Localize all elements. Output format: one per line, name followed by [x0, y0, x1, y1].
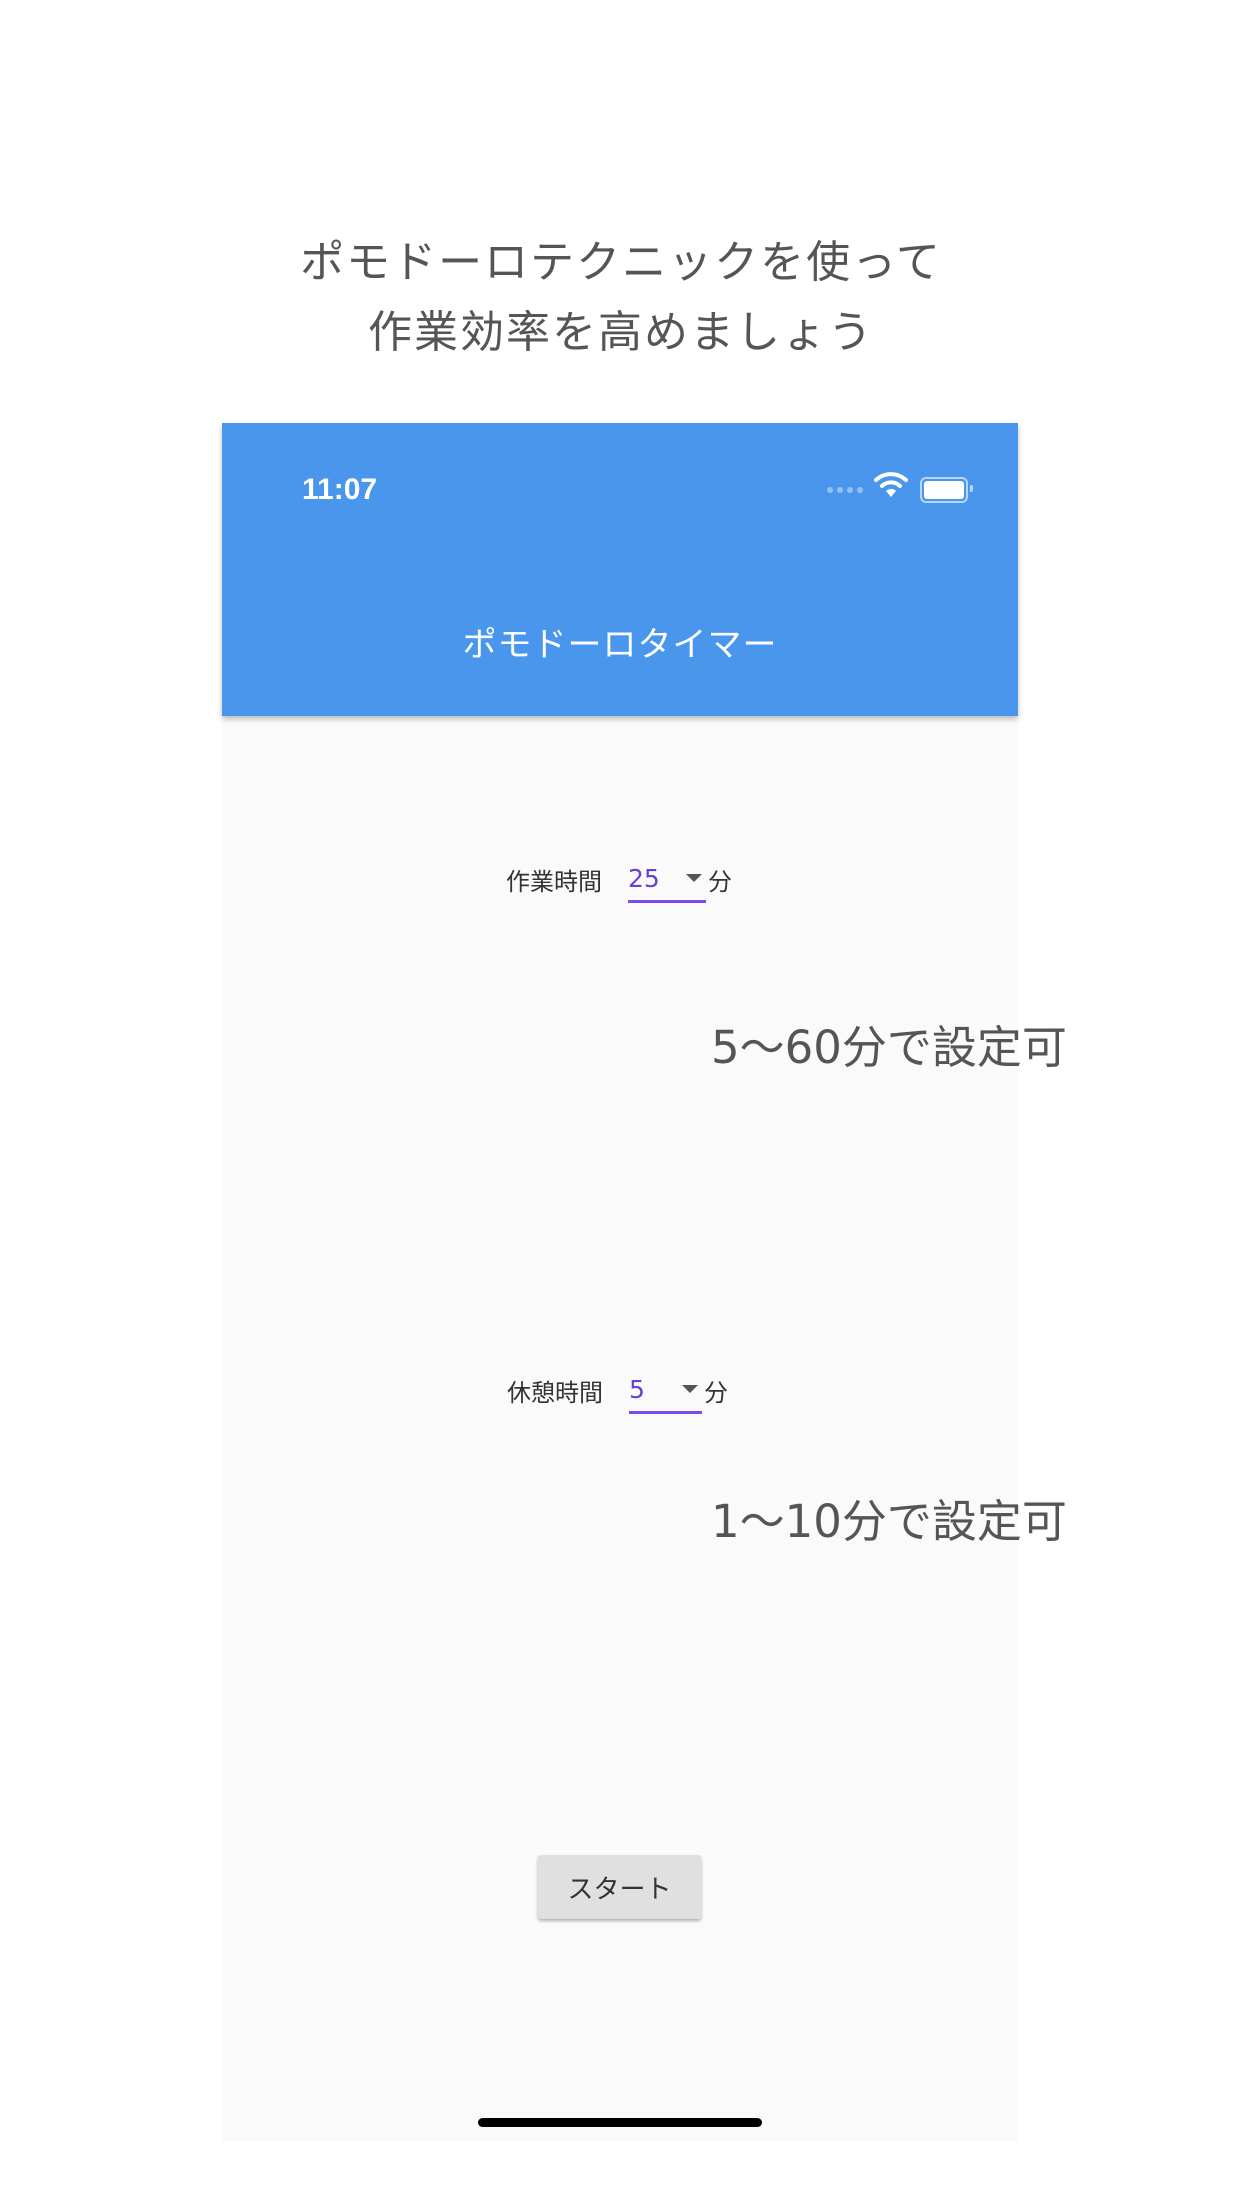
break-time-dropdown[interactable]: 5	[629, 1367, 702, 1414]
work-time-value: 25	[628, 863, 660, 893]
chevron-down-icon	[686, 874, 702, 882]
break-time-row: 休憩時間 5 分	[507, 1367, 728, 1414]
home-indicator[interactable]	[478, 2118, 762, 2127]
break-time-unit: 分	[704, 1379, 728, 1407]
cellular-signal-icon	[827, 473, 863, 493]
work-time-unit: 分	[708, 868, 732, 896]
wifi-icon	[874, 472, 908, 497]
promo-line-2: 作業効率を高めましょう	[368, 307, 874, 358]
work-time-hint: 5〜60分で設定可	[711, 1021, 1067, 1074]
chevron-down-icon	[682, 1385, 698, 1393]
break-time-value: 5	[629, 1374, 645, 1404]
work-time-label: 作業時間	[506, 868, 602, 896]
promo-line-1: ポモドーロテクニックを使って	[300, 237, 942, 288]
work-time-row: 作業時間 25 分	[506, 856, 732, 903]
break-time-hint: 1〜10分で設定可	[711, 1495, 1067, 1548]
work-time-dropdown[interactable]: 25	[628, 856, 706, 903]
app-bar: 11:07 ポモドーロタイマー	[222, 423, 1018, 716]
phone-screen: 11:07 ポモドーロタイマー 作業時間 25 分 5〜60分で設定可 休憩時間…	[222, 423, 1067, 2141]
status-time: 11:07	[302, 473, 378, 506]
battery-icon	[920, 477, 973, 503]
break-time-label: 休憩時間	[507, 1379, 603, 1407]
app-title: ポモドーロタイマー	[462, 625, 778, 665]
promo-headline: ポモドーロテクニックを使って 作業効率を高めましょう	[0, 228, 1242, 368]
start-button[interactable]: スタート	[538, 1855, 701, 1919]
